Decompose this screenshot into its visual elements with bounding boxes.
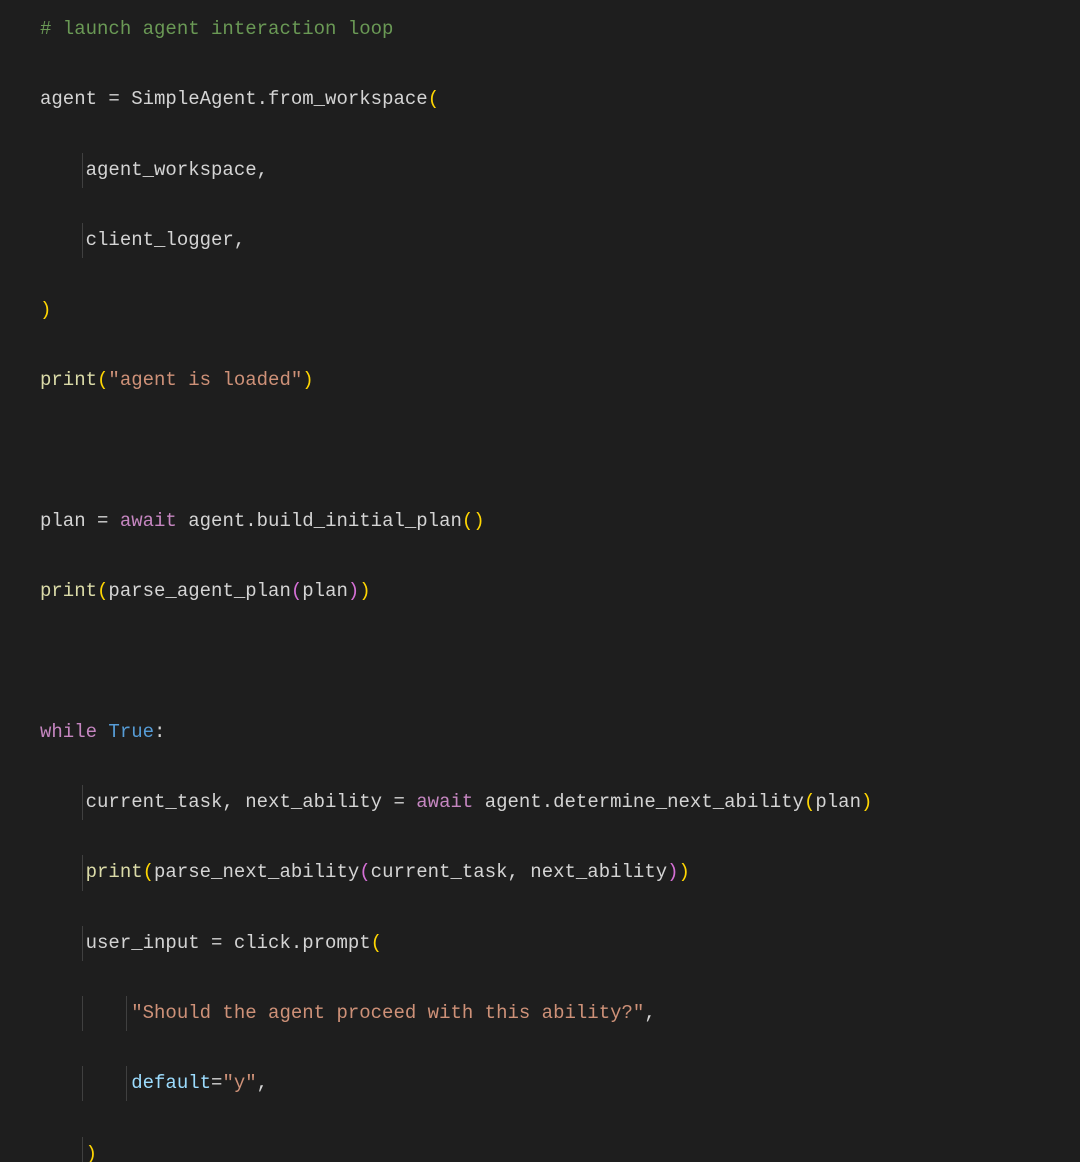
token (108, 510, 119, 532)
code-line: user_input = click.prompt( (0, 926, 1080, 961)
paren-token: ( (804, 791, 815, 813)
keyword-token: await (416, 791, 473, 813)
operator-token: = (97, 510, 108, 532)
token (40, 1072, 131, 1094)
paren-token: ) (861, 791, 872, 813)
code-line: default="y", (0, 1066, 1080, 1101)
param-token: default (131, 1072, 211, 1094)
paren-token: ) (348, 580, 359, 602)
token: SimpleAgent.from_workspace (120, 88, 428, 110)
code-line: print("agent is loaded") (0, 363, 1080, 398)
code-line: print(parse_next_ability(current_task, n… (0, 855, 1080, 890)
code-line: client_logger, (0, 223, 1080, 258)
paren-token: ( (371, 932, 382, 954)
code-line: ) (0, 1137, 1080, 1162)
string-token: "y" (222, 1072, 256, 1094)
paren-token: ( (97, 369, 108, 391)
paren-token: ( (143, 861, 154, 883)
token: , (644, 1002, 655, 1024)
code-editor[interactable]: # launch agent interaction loop agent = … (0, 12, 1080, 1162)
operator-token: = (108, 88, 119, 110)
paren-token: ) (40, 299, 51, 321)
blank (40, 651, 51, 673)
token (97, 721, 108, 743)
string-token: "agent is loaded" (108, 369, 302, 391)
token: click.prompt (222, 932, 370, 954)
token: agent.build_initial_plan (177, 510, 462, 532)
paren-token: ( (428, 88, 439, 110)
paren-token: ) (667, 861, 678, 883)
token (40, 1002, 131, 1024)
code-line: agent = SimpleAgent.from_workspace( (0, 82, 1080, 117)
code-line: ) (0, 293, 1080, 328)
token: user_input (40, 932, 211, 954)
code-line: agent_workspace, (0, 153, 1080, 188)
builtin-token: print (40, 580, 97, 602)
code-line: plan = await agent.build_initial_plan() (0, 504, 1080, 539)
paren-token: ( (462, 510, 473, 532)
code-line (0, 645, 1080, 680)
string-token: "Should the agent proceed with this abil… (131, 1002, 644, 1024)
paren-token: ) (679, 861, 690, 883)
paren-token: ) (473, 510, 484, 532)
builtin-token: print (86, 861, 143, 883)
keyword-token: while (40, 721, 97, 743)
token: agent.determine_next_ability (473, 791, 804, 813)
token: parse_next_ability (154, 861, 359, 883)
token: current_task, next_ability (371, 861, 667, 883)
const-token: True (108, 721, 154, 743)
code-line: "Should the agent proceed with this abil… (0, 996, 1080, 1031)
token (40, 861, 86, 883)
token: plan (40, 510, 97, 532)
token: plan (815, 791, 861, 813)
code-line (0, 434, 1080, 469)
paren-token: ( (97, 580, 108, 602)
paren-token: ) (86, 1143, 97, 1162)
token: : (154, 721, 165, 743)
token: agent (40, 88, 108, 110)
comment-token: # launch agent interaction loop (40, 18, 393, 40)
operator-token: = (393, 791, 404, 813)
token: client_logger, (40, 229, 245, 251)
code-line: current_task, next_ability = await agent… (0, 785, 1080, 820)
token (40, 1143, 86, 1162)
blank (40, 440, 51, 462)
code-line: print(parse_agent_plan(plan)) (0, 574, 1080, 609)
token: plan (302, 580, 348, 602)
token: parse_agent_plan (108, 580, 290, 602)
operator-token: = (211, 1072, 222, 1094)
builtin-token: print (40, 369, 97, 391)
code-line: # launch agent interaction loop (0, 12, 1080, 47)
operator-token: = (211, 932, 222, 954)
paren-token: ) (359, 580, 370, 602)
token: current_task, next_ability (40, 791, 393, 813)
paren-token: ) (302, 369, 313, 391)
token: , (257, 1072, 268, 1094)
code-line: while True: (0, 715, 1080, 750)
token (405, 791, 416, 813)
token: agent_workspace, (40, 159, 268, 181)
paren-token: ( (359, 861, 370, 883)
paren-token: ( (291, 580, 302, 602)
keyword-token: await (120, 510, 177, 532)
